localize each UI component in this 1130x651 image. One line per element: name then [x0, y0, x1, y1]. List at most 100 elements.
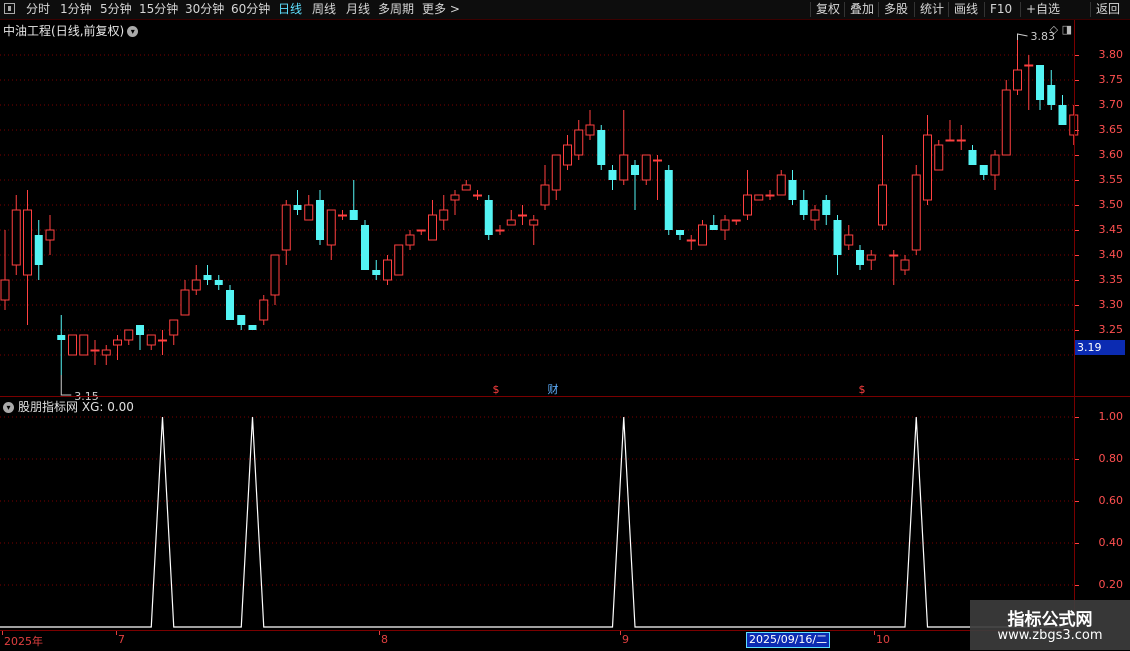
candle-body — [574, 129, 584, 156]
candle-body — [90, 349, 100, 352]
candle-body — [316, 200, 324, 240]
candle-body — [506, 219, 516, 226]
watermark-title: 指标公式网 — [1007, 610, 1093, 630]
candle-body — [1047, 85, 1056, 105]
candle-body — [113, 339, 122, 346]
event-marker: $ — [859, 383, 866, 396]
date-axis: 2025/09/16/二 2025年 7 8 9 10 — [0, 630, 1074, 651]
kline-chart: 3.833.15$ 财 $ — [0, 30, 1079, 628]
candle-body — [631, 165, 639, 175]
candle-body — [844, 234, 854, 246]
indicator-axis: 1.00 0.80 0.60 0.40 0.20 — [1075, 0, 1130, 630]
candle-body — [338, 214, 347, 217]
indicator-label: 0.40 — [1098, 536, 1124, 549]
candle-body — [34, 235, 43, 265]
candle-body — [889, 254, 899, 257]
candle-body — [11, 209, 21, 266]
event-marker: 财 — [548, 382, 559, 396]
date-label: 8 — [381, 633, 388, 646]
candle-body — [731, 219, 741, 222]
indicator-title: ▾ 股朋指标网 XG: 0.00 — [3, 398, 134, 415]
candle-body — [473, 194, 482, 197]
watermark-url: www.zbgs3.com — [997, 628, 1103, 643]
candle-body — [57, 335, 66, 340]
candle-body — [979, 165, 988, 175]
candle-body — [383, 259, 392, 281]
candle-body — [1058, 105, 1067, 125]
candle-body — [608, 170, 617, 180]
candle-body — [169, 319, 179, 336]
candle-body — [653, 159, 662, 162]
candle-body — [439, 209, 449, 221]
candle-body — [923, 134, 932, 201]
chevron-down-icon[interactable]: ▾ — [3, 402, 14, 413]
candle-body — [540, 184, 550, 206]
candle-body — [968, 150, 977, 165]
candle-body — [1024, 64, 1034, 67]
candle-body — [1013, 69, 1022, 91]
candle-body — [878, 184, 887, 226]
candle-body — [68, 334, 77, 356]
candle-body — [788, 180, 797, 200]
candle-body — [304, 204, 314, 221]
candle-body — [856, 250, 864, 265]
low-pointer — [60, 375, 72, 396]
candle-body — [563, 144, 572, 166]
candle-body — [146, 334, 156, 346]
candle-body — [709, 225, 718, 230]
candle-body — [743, 194, 752, 216]
cursor-date: 2025/09/16/二 — [746, 632, 831, 648]
indicator-value: XG: 0.00 — [81, 400, 134, 414]
candle-body — [326, 209, 336, 246]
candle-body — [214, 280, 223, 285]
candle-body — [551, 154, 561, 191]
candle-body — [619, 154, 629, 181]
event-marker: $ — [493, 383, 500, 396]
candle-body — [191, 279, 201, 291]
candle-body — [1001, 89, 1011, 156]
xg-line — [0, 416, 1074, 628]
indicator-label: 1.00 — [1098, 410, 1124, 423]
date-label: 9 — [622, 633, 629, 646]
candle-body — [45, 229, 55, 241]
candle-body — [349, 210, 358, 220]
indicator-name: 股朋指标网 — [18, 400, 79, 414]
candle-body — [101, 349, 111, 356]
candle-body — [158, 339, 167, 342]
candle-body — [416, 229, 426, 232]
date-tick — [620, 631, 621, 635]
candle-body — [136, 325, 144, 335]
date-label: 2025年 — [4, 635, 43, 648]
candle-body — [293, 205, 302, 210]
candle-body — [529, 219, 539, 226]
candle-body — [0, 279, 10, 301]
candle-body — [934, 144, 944, 171]
candle-body — [180, 289, 190, 316]
candle-body — [833, 220, 842, 255]
candle-body — [259, 299, 269, 321]
candle-body — [945, 139, 955, 142]
candle-body — [720, 219, 730, 231]
candle-body — [237, 315, 246, 325]
candle-body — [686, 239, 696, 242]
candle-body — [664, 170, 673, 230]
candle-body — [495, 229, 505, 232]
candle-body — [484, 200, 493, 235]
date-tick — [379, 631, 380, 635]
candle-body — [79, 334, 89, 356]
panel-divider — [0, 396, 1130, 397]
candle-body — [124, 329, 134, 341]
candle-body — [270, 254, 280, 296]
candle-body — [676, 230, 684, 235]
candle-body — [822, 200, 831, 215]
candle-body — [866, 254, 876, 261]
indicator-label: 0.60 — [1098, 494, 1124, 507]
candle-body — [394, 244, 404, 276]
candle-body — [281, 204, 291, 251]
watermark: 指标公式网 www.zbgs3.com — [970, 600, 1130, 650]
candle-body — [361, 225, 369, 270]
candle-body — [810, 209, 820, 221]
date-tick — [2, 631, 3, 635]
high-label: 3.83 — [1031, 30, 1056, 43]
candle-body — [641, 154, 651, 181]
